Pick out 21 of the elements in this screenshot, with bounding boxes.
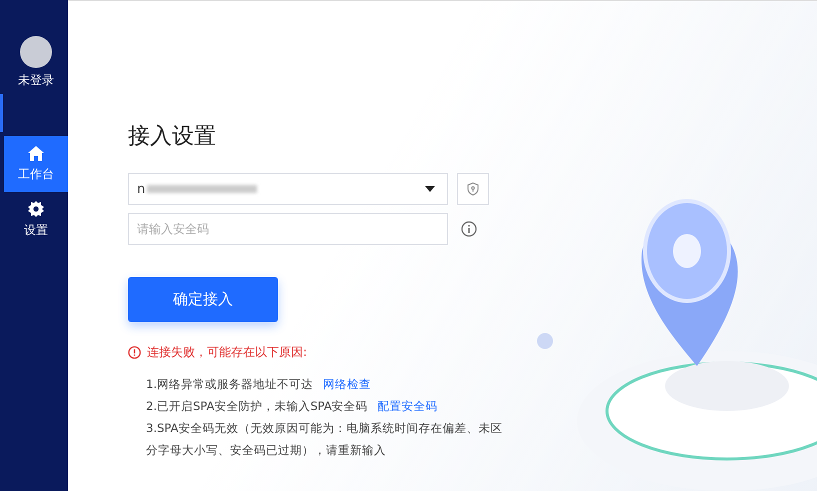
settings-icon [28,201,44,217]
server-dropdown[interactable]: n [128,173,448,205]
security-code-field[interactable]: 请输入安全码 [128,213,448,245]
user-name: 未登录 [18,72,54,89]
shield-button[interactable] [457,173,489,205]
error-title: 连接失败，可能存在以下原因: [147,344,308,361]
reason-text: 3.SPA安全码无效（无效原因可能为：电脑系统时间存在偏差、未区分字母大小写、安全码已过期），请重新输入 [146,421,502,457]
caret-icon [425,186,435,192]
page-title: 接入设置 [128,123,217,151]
reason-text: 1.网络异常或服务器地址不可达 [146,377,313,391]
error-icon [128,346,141,359]
shield-icon [467,182,479,196]
nav-item[interactable]: 设置 [4,192,68,248]
help-link[interactable]: 网络检查 [322,377,371,391]
nav-item[interactable]: 工作台 [4,136,68,192]
confirm-button[interactable]: 确定接入 [128,277,278,322]
avatar [20,36,52,68]
info-icon[interactable] [461,221,477,237]
help-link[interactable]: 配置安全码 [378,399,438,413]
reason-text: 2.已开启SPA安全防护，未输入SPA安全码 [146,399,368,413]
home-icon [28,146,44,160]
